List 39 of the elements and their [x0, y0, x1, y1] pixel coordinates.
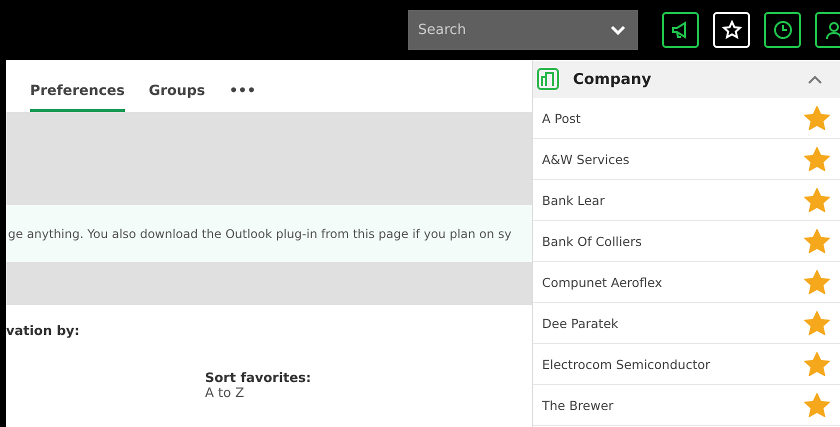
section-heading: vation by: — [6, 324, 81, 339]
company-name: A&W Services — [542, 152, 630, 166]
company-name: Dee Paratek — [542, 316, 618, 330]
chevron-up-icon[interactable] — [808, 74, 822, 84]
sort-value: A to Z — [205, 386, 246, 401]
star-icon[interactable] — [804, 270, 830, 294]
company-row[interactable]: Electrocom Semiconductor — [533, 344, 840, 385]
company-row[interactable]: Bank Of Colliers — [533, 221, 840, 262]
sort-label: Sort favorites: — [205, 371, 312, 386]
star-icon[interactable] — [804, 147, 830, 171]
star-icon[interactable] — [804, 106, 830, 130]
search-field[interactable]: Search — [416, 21, 610, 39]
panel-title: Company — [573, 70, 652, 88]
tab[interactable]: ••• — [229, 83, 256, 112]
clock-icon[interactable] — [764, 12, 801, 48]
star-icon[interactable] — [804, 393, 830, 417]
company-row[interactable]: Bank Lear — [533, 180, 840, 221]
chevron-down-icon — [610, 25, 626, 35]
star-icon[interactable] — [804, 229, 830, 253]
company-name: The Brewer — [542, 398, 614, 412]
star-icon[interactable] — [804, 352, 830, 376]
search-field[interactable]: Search — [408, 10, 638, 50]
star-icon[interactable] — [804, 188, 830, 212]
buildings-icon — [537, 68, 559, 90]
company-name: Bank Of Colliers — [542, 234, 642, 248]
company-row[interactable]: The Brewer — [533, 385, 840, 426]
company-name: Bank Lear — [542, 192, 605, 208]
company-name: Compunet Aeroflex — [542, 274, 662, 290]
star-icon[interactable] — [804, 311, 830, 335]
company-name: A Post — [542, 110, 581, 126]
company-row[interactable]: Compunet Aeroflex — [533, 262, 840, 303]
company-name: Electrocom Semiconductor — [542, 356, 710, 372]
panel-header[interactable]: Company — [533, 60, 840, 98]
notice-text: ge anything. You also download the Outlook plug-in from this page if you plan on sy — [8, 226, 512, 240]
company-row[interactable]: A&W Services — [533, 139, 840, 180]
tab[interactable]: Groups — [148, 83, 206, 112]
megaphone-icon[interactable] — [662, 12, 699, 48]
company-row[interactable]: A Post — [533, 98, 840, 139]
company-row[interactable]: Dee Paratek — [533, 303, 840, 344]
